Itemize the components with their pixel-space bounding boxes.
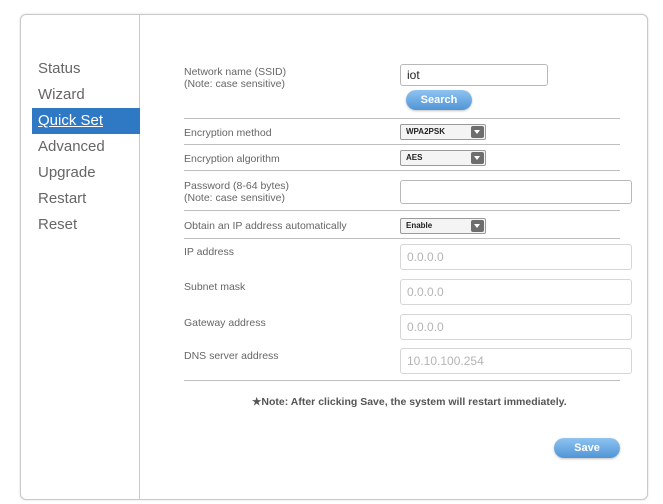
dns-label: DNS server address: [184, 350, 279, 362]
chevron-down-icon: [471, 126, 484, 138]
encryption-algorithm-select[interactable]: AES: [400, 150, 486, 166]
divider: [184, 210, 620, 211]
nav-item-restart[interactable]: Restart: [32, 186, 140, 212]
ssid-note: (Note: case sensitive): [184, 78, 285, 90]
divider: [184, 118, 620, 119]
ssid-label: Network name (SSID): [184, 66, 287, 78]
nav-item-quick-set[interactable]: Quick Set: [32, 108, 140, 134]
chevron-down-icon: [471, 220, 484, 232]
save-button[interactable]: Save: [554, 438, 620, 458]
subnet-mask-input[interactable]: [400, 279, 632, 305]
chevron-down-icon: [471, 152, 484, 164]
password-label: Password (8-64 bytes): [184, 180, 290, 192]
gateway-label: Gateway address: [184, 317, 266, 329]
password-note: (Note: case sensitive): [184, 192, 285, 204]
dns-input[interactable]: [400, 348, 632, 374]
encryption-algorithm-label: Encryption algorithm: [184, 153, 280, 165]
encryption-method-value: WPA2PSK: [406, 127, 445, 136]
nav-item-advanced[interactable]: Advanced: [32, 134, 140, 160]
nav-item-reset[interactable]: Reset: [32, 212, 140, 238]
encryption-method-label: Encryption method: [184, 127, 272, 139]
ip-address-label: IP address: [184, 246, 235, 258]
ip-address-input[interactable]: [400, 244, 632, 270]
divider: [184, 380, 620, 381]
ssid-input[interactable]: [400, 64, 548, 86]
obtain-ip-value: Enable: [406, 221, 433, 230]
encryption-method-select[interactable]: WPA2PSK: [400, 124, 486, 140]
divider: [184, 238, 620, 239]
restart-note: ★Note: After clicking Save, the system w…: [252, 396, 567, 408]
password-input[interactable]: [400, 180, 632, 204]
sidebar-nav: Status Wizard Quick Set Advanced Upgrade…: [32, 56, 140, 238]
obtain-ip-select[interactable]: Enable: [400, 218, 486, 234]
divider: [184, 170, 620, 171]
encryption-algorithm-value: AES: [406, 153, 423, 162]
divider: [184, 144, 620, 145]
gateway-input[interactable]: [400, 314, 632, 340]
nav-item-upgrade[interactable]: Upgrade: [32, 160, 140, 186]
nav-item-wizard[interactable]: Wizard: [32, 82, 140, 108]
obtain-ip-label: Obtain an IP address automatically: [184, 220, 347, 232]
search-button[interactable]: Search: [406, 90, 472, 110]
nav-item-status[interactable]: Status: [32, 56, 140, 82]
subnet-mask-label: Subnet mask: [184, 281, 246, 293]
